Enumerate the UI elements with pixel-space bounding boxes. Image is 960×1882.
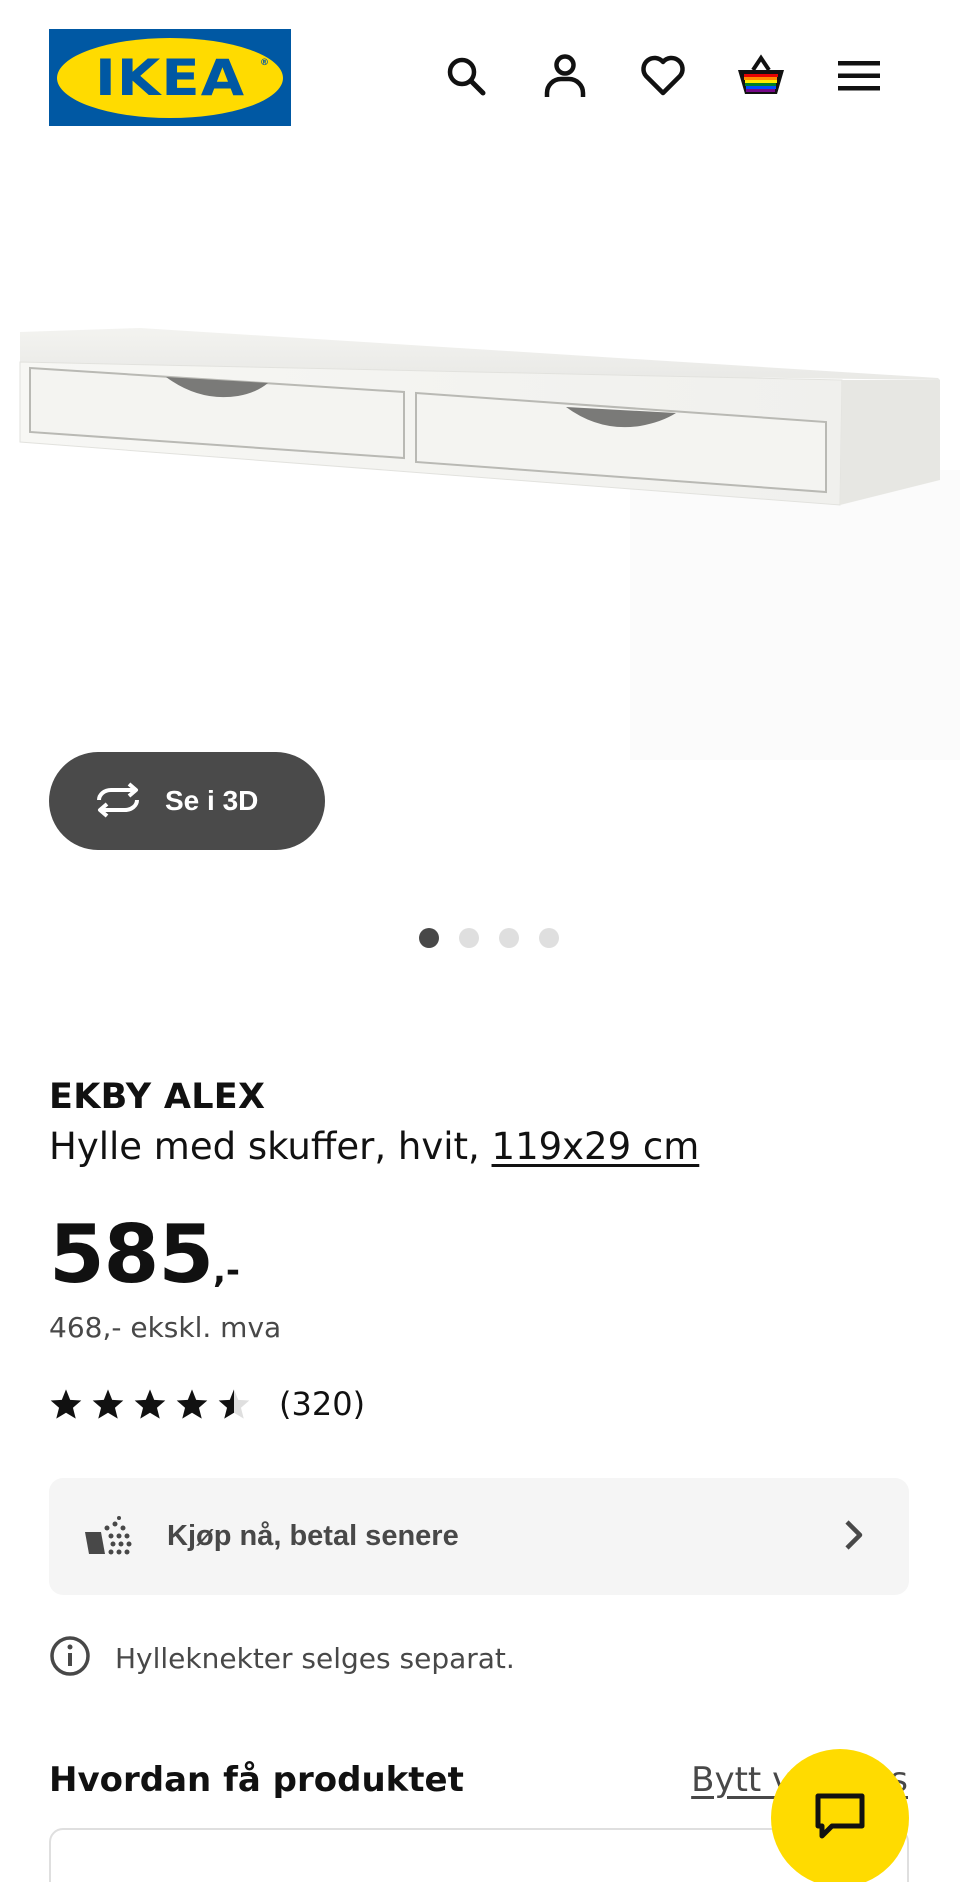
carousel-dot[interactable] <box>459 928 479 948</box>
product-description: Hylle med skuffer, hvit, 119x29 cm <box>49 1125 699 1168</box>
rotate-3d-icon <box>93 781 143 821</box>
view-3d-button[interactable]: Se i 3D <box>49 752 325 850</box>
logo-text: IKEA <box>94 48 246 107</box>
product-name: EKBY ALEX <box>49 1077 266 1117</box>
chat-bubble-icon <box>814 1792 866 1845</box>
star-half-icon <box>218 1389 250 1419</box>
product-rating[interactable]: (320) <box>49 1385 365 1423</box>
view-3d-label: Se i 3D <box>165 785 259 816</box>
chevron-right-icon <box>843 1518 865 1555</box>
ikea-logo[interactable]: IKEA ® <box>49 29 291 126</box>
account-icon[interactable] <box>537 48 593 104</box>
rating-count: (320) <box>279 1385 366 1423</box>
info-notice: Hylleknekter selges separat. <box>49 1635 515 1681</box>
price-suffix: ,- <box>213 1251 241 1291</box>
price-excluding-vat: 468,- ekskl. mva <box>49 1311 282 1344</box>
carousel-dot[interactable] <box>499 928 519 948</box>
search-icon[interactable] <box>438 48 494 104</box>
logo-registered-mark: ® <box>260 57 269 68</box>
menu-icon[interactable] <box>831 48 887 104</box>
star-full-icon <box>92 1389 124 1419</box>
site-header: IKEA ® <box>0 0 960 150</box>
logo-ellipse: IKEA ® <box>57 37 283 118</box>
info-icon <box>49 1635 91 1681</box>
price-integer: 585 <box>49 1208 214 1301</box>
chat-button[interactable] <box>771 1749 909 1882</box>
buy-now-pay-later-button[interactable]: Kjøp nå, betal senere <box>49 1478 909 1595</box>
payment-cart-icon <box>83 1514 133 1559</box>
star-full-icon <box>50 1389 82 1419</box>
star-full-icon <box>134 1389 166 1419</box>
star-full-icon <box>176 1389 208 1419</box>
product-image[interactable] <box>0 150 960 770</box>
basket-icon[interactable] <box>733 48 789 104</box>
delivery-section-title: Hvordan få produktet <box>49 1760 464 1800</box>
image-carousel-dots <box>0 928 960 948</box>
carousel-dot[interactable] <box>419 928 439 948</box>
product-type-text: Hylle med skuffer, hvit, <box>49 1125 492 1168</box>
info-notice-text: Hylleknekter selges separat. <box>115 1641 515 1675</box>
product-price: 585 ,- <box>49 1208 240 1301</box>
carousel-dot[interactable] <box>539 928 559 948</box>
heart-icon[interactable] <box>635 48 691 104</box>
buy-now-pay-later-label: Kjøp nå, betal senere <box>167 1520 459 1552</box>
product-dimensions-link[interactable]: 119x29 cm <box>492 1125 700 1168</box>
rating-stars <box>49 1388 251 1420</box>
